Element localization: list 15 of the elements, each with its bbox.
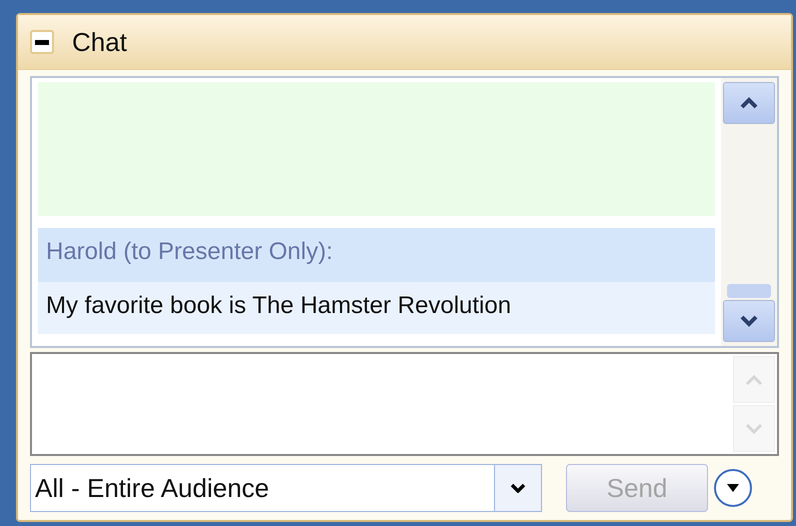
chevron-up-icon <box>739 97 759 109</box>
options-button[interactable] <box>714 469 752 507</box>
scrollbar-thumb[interactable] <box>727 284 771 298</box>
message-text: My favorite book is The Hamster Revolution <box>38 282 715 334</box>
recipient-dropdown[interactable]: All - Entire Audience <box>30 464 542 512</box>
chevron-down-icon <box>739 315 759 327</box>
message-sender: Harold (to Presenter Only): <box>38 228 715 282</box>
collapse-button[interactable] <box>30 30 54 54</box>
caret-down-icon <box>725 483 741 493</box>
caret-down-icon <box>510 483 526 493</box>
chevron-up-icon <box>744 374 764 386</box>
chevron-down-icon <box>744 422 764 434</box>
panel-title: Chat <box>72 26 127 58</box>
scroll-up-button[interactable] <box>723 82 775 124</box>
scroll-down-button[interactable] <box>723 300 775 342</box>
